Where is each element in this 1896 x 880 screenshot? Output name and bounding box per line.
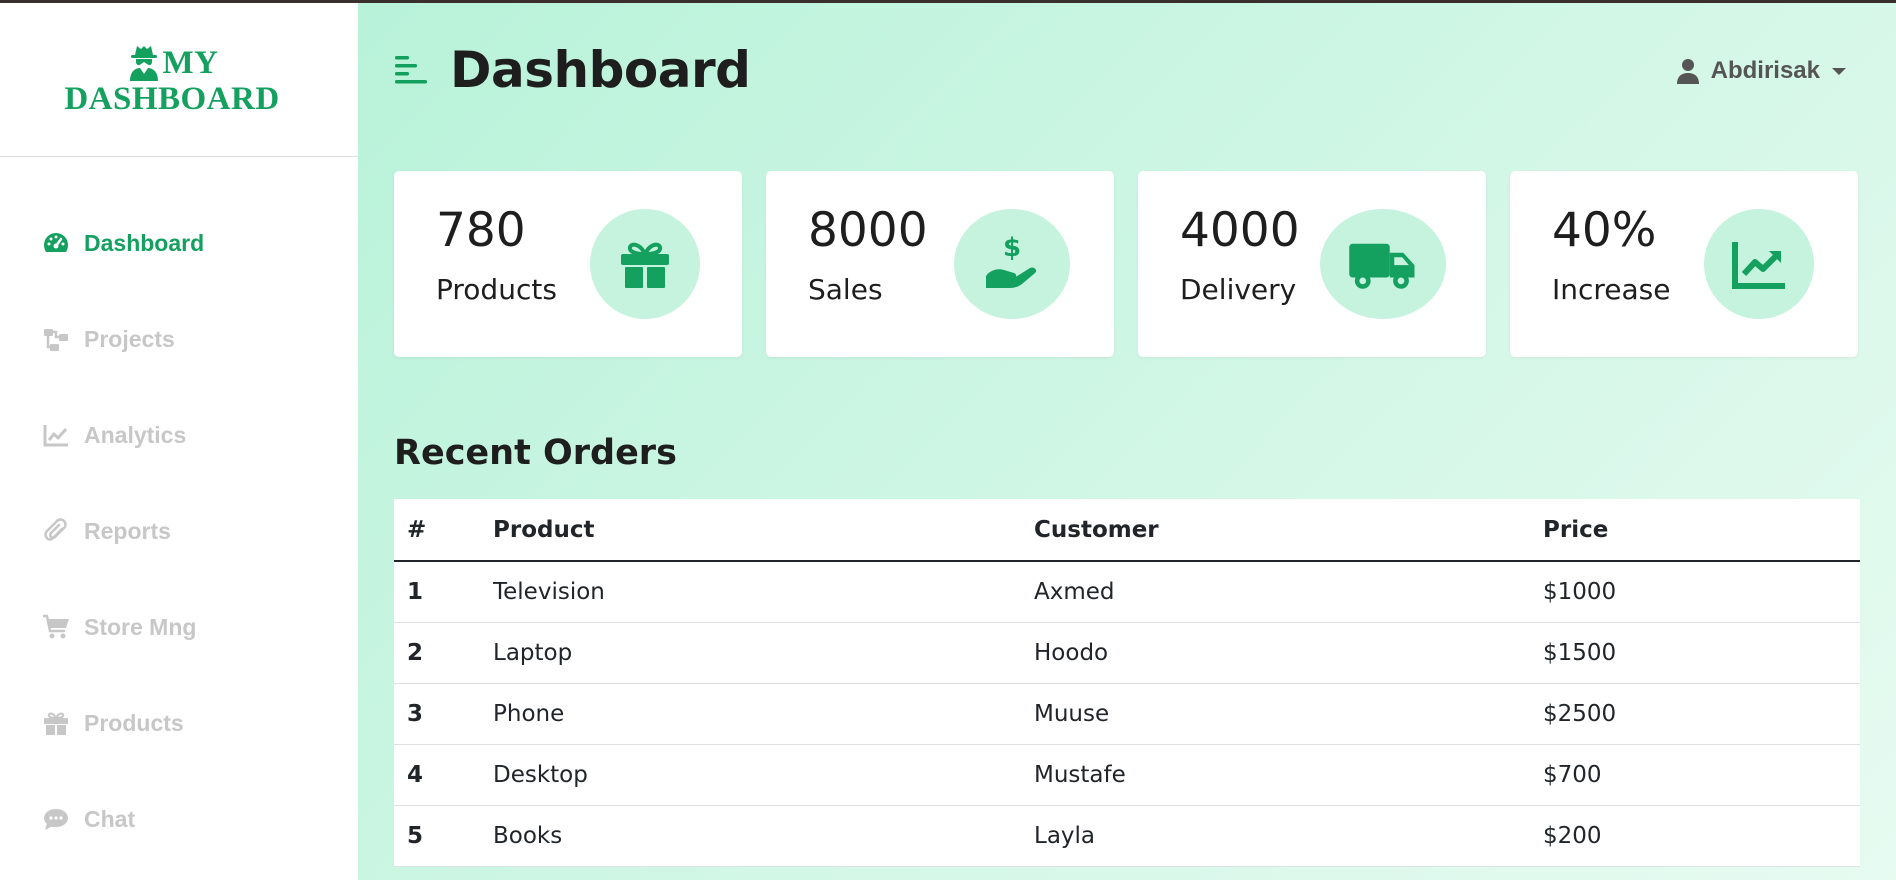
- table-row: 3 Phone Muuse $2500: [394, 683, 1860, 745]
- sidebar-item-reports[interactable]: Reports: [0, 483, 358, 579]
- row-number: 4: [394, 744, 480, 806]
- row-number: 3: [394, 683, 480, 745]
- gauge-icon: [42, 229, 70, 257]
- user-icon: [1676, 59, 1699, 84]
- sidebar-item-projects[interactable]: Projects: [0, 291, 358, 387]
- sidebar-item-label: Store Mng: [84, 613, 197, 640]
- row-price: $700: [1530, 744, 1860, 806]
- sidebar-item-label: Analytics: [84, 421, 187, 448]
- stat-card-delivery: 4000 Delivery: [1138, 171, 1486, 357]
- column-header: Customer: [1021, 499, 1530, 562]
- sidebar-item-label: Projects: [84, 325, 175, 352]
- row-number: 1: [394, 561, 480, 623]
- stat-card-products: 780 Products: [394, 171, 742, 357]
- stat-value: 8000: [808, 203, 928, 258]
- row-product: Phone: [480, 683, 1021, 745]
- user-secret-icon: [129, 45, 158, 81]
- table-row: 5 Books Layla $200: [394, 805, 1860, 867]
- row-customer: Muuse: [1021, 683, 1530, 745]
- hand-dollar-icon: $: [954, 209, 1070, 319]
- stat-cards: 780 Products 8000 Sales $ 4000 Delivery …: [394, 171, 1858, 357]
- sidebar-item-label: Chat: [84, 805, 136, 832]
- table-row: 1 Television Axmed $1000: [394, 561, 1860, 623]
- sidebar: MY DASHBOARD Dashboard Projects Analytic…: [0, 3, 358, 880]
- menu-toggle-icon[interactable]: [394, 53, 428, 87]
- gift-icon: [42, 709, 70, 737]
- main-content: Dashboard Abdirisak 780 Products 8000 Sa…: [358, 3, 1896, 880]
- stat-label: Sales: [808, 273, 883, 306]
- row-number: 5: [394, 805, 480, 867]
- row-product: Television: [480, 561, 1021, 623]
- truck-icon: [1320, 209, 1446, 319]
- stat-value: 780: [436, 203, 526, 258]
- sidebar-item-analytics[interactable]: Analytics: [0, 387, 358, 483]
- sidebar-item-chat[interactable]: Chat: [0, 771, 358, 867]
- chart-increase-icon: [1704, 209, 1814, 319]
- chat-icon: [42, 805, 70, 833]
- sidebar-item-label: Products: [84, 709, 184, 736]
- row-price: $200: [1530, 805, 1860, 867]
- sidebar-item-products[interactable]: Products: [0, 675, 358, 771]
- row-price: $1000: [1530, 561, 1860, 623]
- row-customer: Layla: [1021, 805, 1530, 867]
- sidebar-nav: Dashboard Projects Analytics Reports Sto…: [0, 157, 358, 867]
- row-product: Laptop: [480, 622, 1021, 684]
- row-number: 2: [394, 622, 480, 684]
- row-product: Desktop: [480, 744, 1021, 806]
- user-dropdown[interactable]: Abdirisak: [1675, 57, 1846, 85]
- row-price: $1500: [1530, 622, 1860, 684]
- table-header-row: # Product Customer Price: [394, 499, 1860, 562]
- sitemap-icon: [42, 325, 70, 353]
- row-customer: Axmed: [1021, 561, 1530, 623]
- stat-label: Increase: [1552, 273, 1671, 306]
- row-customer: Hoodo: [1021, 622, 1530, 684]
- row-customer: Mustafe: [1021, 744, 1530, 806]
- svg-text:$: $: [1003, 233, 1021, 263]
- column-header: #: [394, 499, 480, 562]
- brand-line-1: MY: [162, 44, 219, 81]
- brand-logo[interactable]: MY DASHBOARD: [0, 3, 358, 157]
- cart-icon: [42, 613, 70, 641]
- sidebar-item-store-mng[interactable]: Store Mng: [0, 579, 358, 675]
- gift-icon: [590, 209, 700, 319]
- stat-label: Products: [436, 273, 557, 306]
- table-row: 4 Desktop Mustafe $700: [394, 744, 1860, 806]
- page-title: Dashboard: [450, 41, 751, 99]
- sidebar-item-label: Reports: [84, 517, 171, 544]
- stat-value: 4000: [1180, 203, 1300, 258]
- chart-line-icon: [42, 421, 70, 449]
- recent-orders-table: # Product Customer Price 1 Television Ax…: [394, 499, 1860, 867]
- topbar: Dashboard Abdirisak: [358, 3, 1896, 143]
- column-header: Product: [480, 499, 1021, 562]
- caret-down-icon: [1832, 67, 1846, 75]
- stat-card-increase: 40% Increase: [1510, 171, 1858, 357]
- stat-value: 40%: [1552, 203, 1657, 258]
- recent-orders-title: Recent Orders: [394, 433, 677, 473]
- stat-label: Delivery: [1180, 273, 1297, 306]
- table-row: 2 Laptop Hoodo $1500: [394, 622, 1860, 684]
- stat-card-sales: 8000 Sales $: [766, 171, 1114, 357]
- brand-line-2: DASHBOARD: [64, 80, 280, 117]
- column-header: Price: [1530, 499, 1860, 562]
- sidebar-item-dashboard[interactable]: Dashboard: [0, 195, 358, 291]
- row-product: Books: [480, 805, 1021, 867]
- sidebar-item-label: Dashboard: [84, 229, 205, 256]
- user-name: Abdirisak: [1710, 57, 1820, 84]
- row-price: $2500: [1530, 683, 1860, 745]
- paperclip-icon: [42, 517, 70, 545]
